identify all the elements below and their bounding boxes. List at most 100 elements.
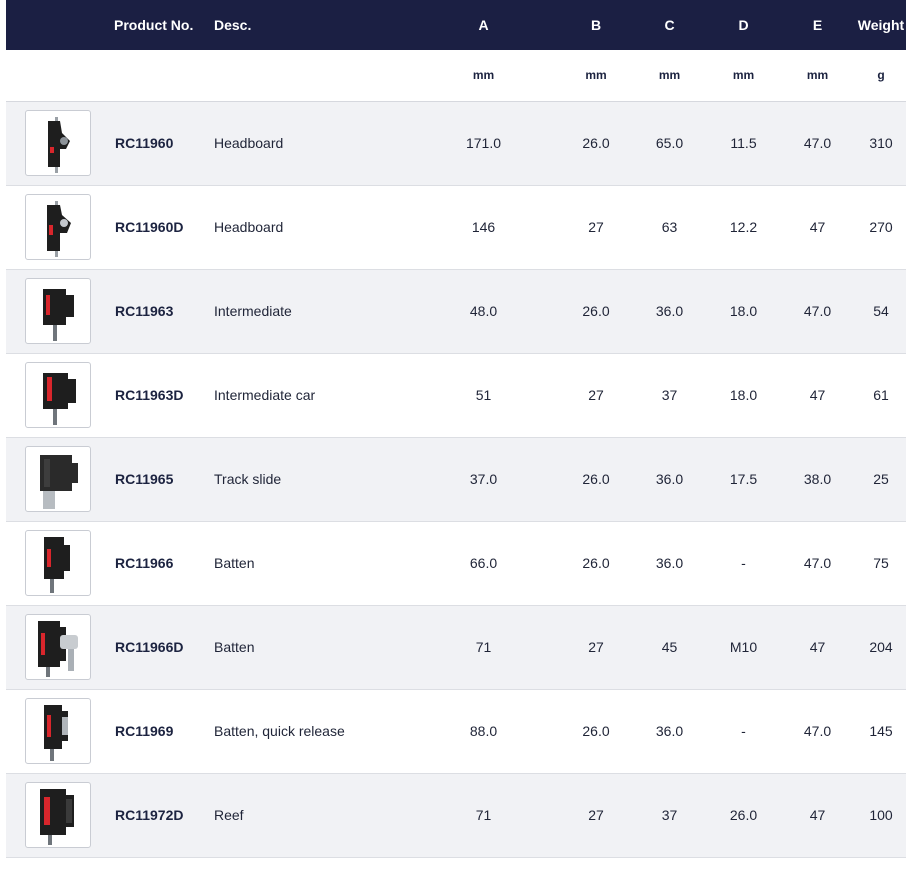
value-weight: 75 [873, 555, 889, 571]
units-e: mm [779, 50, 856, 102]
product-thumbnail[interactable] [25, 110, 91, 176]
units-a: mm [406, 50, 561, 102]
product-thumbnail[interactable] [25, 530, 91, 596]
product-spec-table-container: Product No. Desc. A B C D E Weight mm mm… [6, 0, 906, 858]
table-row[interactable]: RC11966D Batten 71 27 45 M10 47 204 [6, 605, 906, 689]
value-b: 27 [588, 387, 604, 403]
table-units-row: mm mm mm mm mm g [6, 50, 906, 102]
product-desc: Intermediate car [214, 387, 316, 403]
product-number[interactable]: RC11966D [114, 605, 214, 689]
value-a: 88.0 [469, 723, 498, 739]
table-body: RC11960 Headboard 171.0 26.0 65.0 11.5 4… [6, 101, 906, 857]
value-d: 26.0 [729, 807, 758, 823]
value-weight: 145 [869, 723, 893, 739]
reef-car-icon [40, 789, 74, 845]
value-a: 71 [475, 639, 492, 655]
value-a: 51 [475, 387, 492, 403]
product-number[interactable]: RC11963D [114, 353, 214, 437]
value-e: 47.0 [803, 303, 832, 319]
units-b: mm [561, 50, 631, 102]
value-c: 37 [661, 807, 678, 823]
product-number[interactable]: RC11966 [114, 521, 214, 605]
product-desc: Headboard [214, 219, 284, 235]
table-row[interactable]: RC11966 Batten 66.0 26.0 36.0 - 47.0 75 [6, 521, 906, 605]
product-number[interactable]: RC11972D [114, 773, 214, 857]
value-b: 27 [588, 807, 604, 823]
table-row[interactable]: RC11963D Intermediate car 51 27 37 18.0 … [6, 353, 906, 437]
header-product-no[interactable]: Product No. [114, 0, 214, 50]
value-e: 47 [809, 639, 826, 655]
table-header-row: Product No. Desc. A B C D E Weight [6, 0, 906, 50]
headboard-car-icon [48, 117, 70, 173]
product-thumbnail[interactable] [25, 614, 91, 680]
header-a[interactable]: A [406, 0, 561, 50]
header-c[interactable]: C [631, 0, 708, 50]
value-weight: 270 [869, 219, 893, 235]
value-c: 65.0 [655, 135, 684, 151]
header-d[interactable]: D [708, 0, 779, 50]
table-row[interactable]: RC11972D Reef 71 27 37 26.0 47 100 [6, 773, 906, 857]
value-d: 18.0 [729, 387, 758, 403]
value-weight: 25 [873, 471, 889, 487]
value-b: 27 [588, 639, 604, 655]
table-row[interactable]: RC11960 Headboard 171.0 26.0 65.0 11.5 4… [6, 101, 906, 185]
value-e: 47 [809, 387, 826, 403]
value-a: 37.0 [469, 471, 498, 487]
product-spec-table: Product No. Desc. A B C D E Weight mm mm… [6, 0, 906, 858]
product-number[interactable]: RC11960 [114, 101, 214, 185]
value-c: 45 [661, 639, 678, 655]
value-b: 26.0 [582, 135, 610, 151]
product-desc: Batten [214, 555, 255, 571]
value-d: 12.2 [729, 219, 758, 235]
header-b[interactable]: B [561, 0, 631, 50]
product-thumbnail[interactable] [25, 782, 91, 848]
units-desc [214, 50, 406, 102]
product-number[interactable]: RC11969 [114, 689, 214, 773]
value-c: 63 [661, 219, 678, 235]
value-a: 71 [475, 807, 492, 823]
value-weight: 204 [869, 639, 893, 655]
product-number[interactable]: RC11965 [114, 437, 214, 521]
product-number[interactable]: RC11963 [114, 269, 214, 353]
product-desc: Batten, quick release [214, 723, 345, 739]
value-a: 146 [471, 219, 496, 235]
value-weight: 310 [869, 135, 893, 151]
value-weight: 54 [873, 303, 889, 319]
table-row[interactable]: RC11963 Intermediate 48.0 26.0 36.0 18.0… [6, 269, 906, 353]
product-desc: Headboard [214, 135, 284, 151]
product-thumbnail[interactable] [25, 698, 91, 764]
value-e: 47 [809, 807, 826, 823]
product-desc: Track slide [214, 471, 282, 487]
header-desc[interactable]: Desc. [214, 0, 406, 50]
product-thumbnail[interactable] [25, 278, 91, 344]
table-row[interactable]: RC11960D Headboard 146 27 63 12.2 47 270 [6, 185, 906, 269]
product-thumbnail[interactable] [25, 362, 91, 428]
batten-car-icon [44, 537, 70, 593]
table-row[interactable]: RC11969 Batten, quick release 88.0 26.0 … [6, 689, 906, 773]
header-image [6, 0, 114, 50]
value-d: M10 [729, 639, 758, 655]
product-thumbnail[interactable] [25, 446, 91, 512]
value-d: 17.5 [729, 471, 758, 487]
units-product-no [114, 50, 214, 102]
product-number[interactable]: RC11960D [114, 185, 214, 269]
table-row[interactable]: RC11965 Track slide 37.0 26.0 36.0 17.5 … [6, 437, 906, 521]
value-a: 171.0 [465, 135, 502, 151]
product-thumbnail[interactable] [25, 194, 91, 260]
value-d: 18.0 [729, 303, 758, 319]
units-image [6, 50, 114, 102]
value-e: 38.0 [803, 471, 832, 487]
value-d: - [741, 555, 746, 571]
value-weight: 61 [873, 387, 889, 403]
value-b: 26.0 [582, 303, 610, 319]
product-desc: Batten [214, 639, 255, 655]
intermediate-car-icon [43, 373, 76, 425]
header-e[interactable]: E [779, 0, 856, 50]
value-weight: 100 [869, 807, 893, 823]
value-e: 47.0 [803, 135, 832, 151]
product-desc: Reef [214, 807, 244, 823]
header-weight[interactable]: Weight [856, 0, 906, 50]
units-weight: g [856, 50, 906, 102]
value-a: 66.0 [469, 555, 498, 571]
track-slide-icon [40, 455, 78, 509]
